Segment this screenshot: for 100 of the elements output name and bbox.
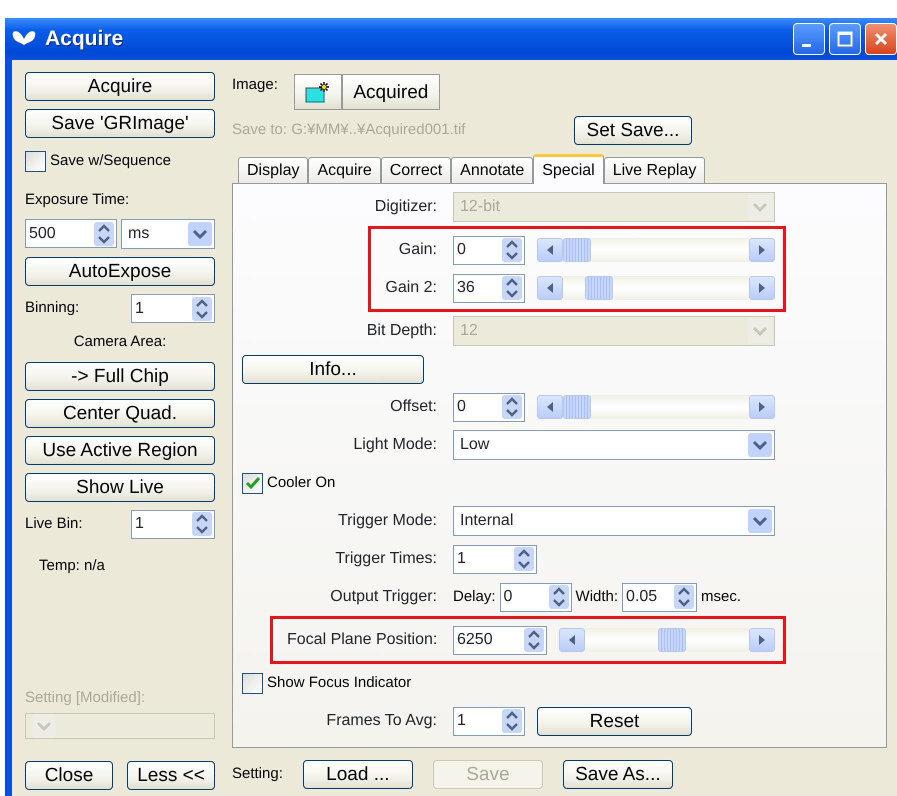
scroll-left-button[interactable]	[537, 238, 563, 262]
scroll-right-button[interactable]	[749, 395, 775, 419]
checkbox-label[interactable]: Save w/Sequence	[50, 150, 171, 172]
tab[interactable]: Correct	[380, 157, 452, 183]
push-button[interactable]: Acquire	[25, 72, 215, 101]
scroll-left-button[interactable]	[537, 276, 563, 300]
spin-field[interactable]: 0	[500, 582, 572, 612]
field-label: Frames To Avg:	[325, 711, 438, 731]
slider-thumb[interactable]	[563, 395, 591, 419]
status-text: Temp: n/a	[39, 556, 106, 576]
spin-arrows-icon	[502, 276, 522, 300]
field-label: Bit Depth:	[366, 321, 438, 341]
minimize-icon	[802, 44, 811, 47]
push-button[interactable]: Center Quad.	[25, 398, 215, 428]
dropdown[interactable]: ms	[121, 219, 215, 249]
close-icon	[874, 32, 888, 46]
field-label: Gain:	[398, 240, 438, 260]
spin-field[interactable]: 1	[453, 544, 537, 574]
spin-field[interactable]: 500	[25, 219, 117, 248]
push-button[interactable]: Save 'GRImage'	[25, 109, 215, 138]
tab[interactable]: Special	[533, 154, 604, 184]
scroll-right-button[interactable]	[749, 238, 775, 262]
left-arrow-icon	[545, 401, 555, 413]
dropdown[interactable]: Low	[453, 430, 775, 460]
slider-thumb[interactable]	[585, 276, 614, 300]
checkbox[interactable]	[242, 672, 263, 694]
tab[interactable]: Display	[238, 157, 308, 183]
field-label: Width:	[576, 586, 618, 607]
spin-field[interactable]: 6250	[453, 626, 547, 654]
right-arrow-icon	[757, 634, 767, 646]
field-label: Delay:	[453, 586, 496, 607]
spin-field[interactable]: 0.05	[622, 582, 698, 612]
spin-field[interactable]: 0	[453, 392, 525, 422]
push-button[interactable]: Show Live	[25, 472, 215, 502]
checkbox[interactable]	[25, 150, 46, 172]
push-button[interactable]: Load ...	[302, 760, 413, 789]
field-label: Focal Plane Position:	[287, 630, 438, 650]
push-button[interactable]: Less <<	[127, 761, 215, 790]
field-label: Trigger Mode:	[337, 511, 438, 531]
field-label: Digitizer:	[374, 197, 438, 217]
spin-arrows-icon	[514, 547, 534, 571]
scroll-left-button[interactable]	[559, 628, 585, 652]
right-arrow-icon	[757, 244, 767, 256]
field-label: Trigger Times:	[334, 549, 438, 569]
push-button: Save	[432, 760, 543, 789]
push-button[interactable]: Info...	[242, 354, 424, 384]
image-button[interactable]	[294, 74, 342, 110]
scroll-right-button[interactable]	[749, 276, 775, 300]
close-button[interactable]	[865, 23, 897, 55]
field-label: Offset:	[389, 397, 438, 417]
tab[interactable]: Annotate	[451, 157, 534, 183]
field-label: Setting [Modified]:	[25, 688, 146, 708]
scroll-left-button[interactable]	[537, 395, 563, 419]
spin-arrows-icon	[94, 222, 114, 246]
field-label: Binning:	[25, 298, 80, 318]
push-button[interactable]: AutoExpose	[25, 257, 215, 286]
unit-label: msec.	[701, 586, 742, 607]
right-arrow-icon	[757, 401, 767, 413]
window-title: Acquire	[45, 26, 124, 52]
field-label: Light Mode:	[352, 435, 438, 455]
spin-field[interactable]: 1	[131, 510, 215, 538]
tab[interactable]: Acquire	[308, 157, 381, 183]
checkbox[interactable]	[242, 472, 263, 494]
spin-arrows-icon	[502, 395, 522, 419]
spin-arrows-icon	[674, 585, 694, 609]
spin-field[interactable]: 36	[453, 274, 525, 302]
dropdown: 12	[453, 316, 775, 346]
push-button[interactable]: Acquired	[342, 74, 440, 110]
push-button[interactable]: Close	[25, 761, 113, 790]
push-button[interactable]: Reset	[537, 706, 692, 736]
spin-field[interactable]: 0	[453, 236, 525, 264]
checkbox-label[interactable]: Cooler On	[267, 472, 336, 494]
minimize-button[interactable]	[793, 23, 825, 55]
push-button[interactable]: -> Full Chip	[25, 362, 215, 390]
field-label: Live Bin:	[25, 514, 83, 534]
field-label: Image:	[232, 75, 278, 95]
left-arrow-icon	[545, 244, 555, 256]
push-button[interactable]: Set Save...	[574, 116, 692, 145]
spin-arrows-icon	[502, 238, 522, 262]
file-path-text: Save to: G:¥MM¥..¥Acquired001.tif	[232, 120, 466, 140]
spin-field[interactable]: 1	[131, 294, 215, 323]
field-label: Output Trigger:	[329, 587, 438, 607]
push-button[interactable]: Use Active Region	[25, 436, 215, 464]
dropdown[interactable]: Internal	[453, 506, 775, 536]
check-icon	[244, 475, 260, 491]
left-arrow-icon	[545, 282, 555, 294]
spin-field[interactable]: 1	[453, 706, 525, 736]
field-label: Exposure Time:	[25, 190, 130, 210]
tab[interactable]: Live Replay	[604, 157, 706, 183]
picture-sparkle-icon	[304, 81, 331, 103]
right-arrow-icon	[757, 282, 767, 294]
scroll-right-button[interactable]	[749, 628, 775, 652]
push-button[interactable]: Save As...	[562, 760, 673, 789]
spin-arrows-icon	[502, 709, 522, 733]
maximize-button[interactable]	[829, 23, 861, 55]
field-label: Camera Area:	[72, 332, 168, 352]
spin-arrows-icon	[548, 585, 569, 609]
slider-thumb[interactable]	[563, 238, 591, 262]
checkbox-label[interactable]: Show Focus Indicator	[267, 672, 412, 694]
slider-thumb[interactable]	[658, 628, 686, 652]
